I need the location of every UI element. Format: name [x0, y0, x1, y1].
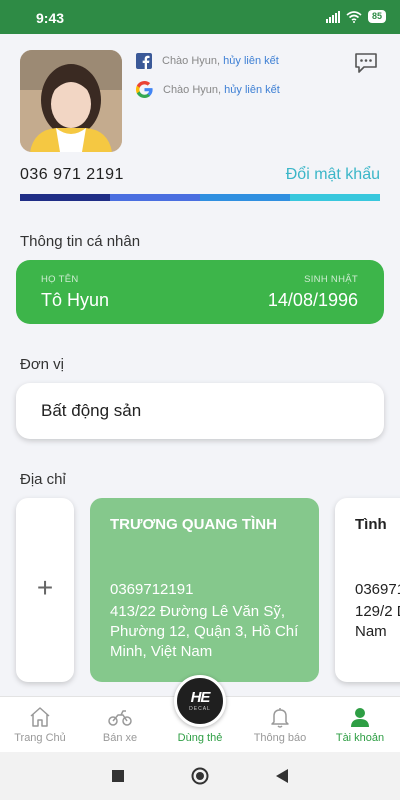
address-heading: Địa chỉ	[20, 471, 66, 488]
bottom-nav: Trang Chủ Bán xe HE DECAL Dùng thẻ Thông…	[0, 675, 400, 753]
nav-item-account[interactable]: Tài khoản	[320, 697, 400, 753]
personal-info-card[interactable]: HỌ TÊN Tô Hyun SINH NHẬT 14/08/1996	[16, 260, 384, 324]
account-screen: Chào Hyun, hủy liên kết Chào Hyun, hủy l…	[0, 34, 400, 696]
address-phone: 0369712191	[110, 581, 194, 598]
card-icon: HE DECAL	[174, 675, 226, 727]
nav-item-notifications[interactable]: Thông báo	[240, 697, 320, 753]
brand-logo: HE	[190, 689, 211, 706]
battery-icon: 85	[367, 10, 386, 23]
progress-segment-2	[110, 194, 200, 201]
name-label: HỌ TÊN	[41, 274, 79, 285]
address-text: 413/22 Đường Lê Văn Sỹ, Phường 12, Quận …	[110, 603, 299, 660]
nav-item-sell-bike[interactable]: Bán xe	[80, 697, 160, 753]
plus-icon: +	[36, 572, 54, 603]
google-unlink-link[interactable]: hủy liên kết	[224, 84, 280, 96]
progress-segment-1	[20, 194, 110, 201]
facebook-link-row: Chào Hyun, hủy liên kết	[136, 53, 279, 69]
address-recipient-name: Tình	[355, 516, 387, 533]
facebook-greeting: Chào Hyun,	[162, 55, 221, 67]
birthday-value: 14/08/1996	[267, 290, 358, 310]
signal-icon	[325, 10, 340, 23]
motorbike-icon	[108, 710, 132, 726]
home-button-icon[interactable]	[191, 767, 209, 785]
progress-segment-3	[200, 194, 290, 201]
name-value: Tô Hyun	[41, 290, 110, 310]
address-recipient-name: TRƯƠNG QUANG TÌNH	[110, 516, 277, 533]
wifi-icon	[346, 10, 362, 23]
status-icons: 85	[325, 10, 386, 23]
chat-icon[interactable]	[354, 52, 378, 74]
facebook-unlink-link[interactable]: hủy liên kết	[223, 55, 279, 67]
avatar-photo	[20, 50, 122, 152]
profile-progress-bar	[20, 194, 380, 201]
nav-label: Dùng thẻ	[177, 732, 223, 744]
status-bar: 9:43 85	[0, 0, 400, 34]
nav-item-use-card[interactable]: HE DECAL Dùng thẻ	[160, 675, 240, 753]
google-link-row: Chào Hyun, hủy liên kết	[136, 81, 280, 98]
nav-label: Tài khoản	[335, 732, 385, 744]
user-icon	[351, 708, 369, 727]
change-password-link[interactable]: Đổi mật khẩu	[286, 166, 380, 184]
bell-icon	[271, 708, 289, 728]
system-nav-bar	[0, 752, 400, 800]
nav-label: Trang Chủ	[14, 732, 66, 744]
unit-value: Bất động sản	[41, 401, 142, 420]
add-address-button[interactable]: +	[16, 498, 74, 682]
address-phone: 0369712191	[355, 581, 400, 598]
personal-info-heading: Thông tin cá nhân	[20, 233, 141, 250]
progress-segment-4	[290, 194, 380, 201]
facebook-icon	[136, 53, 152, 69]
phone-number: 036 971 2191	[20, 166, 124, 183]
nav-label: Bán xe	[102, 732, 138, 744]
avatar[interactable]	[20, 50, 122, 152]
back-icon[interactable]	[276, 769, 288, 783]
recents-icon[interactable]	[112, 770, 124, 782]
birthday-label: SINH NHẬT	[304, 274, 358, 285]
address-text: 129/2 Dài, Phú Thạnh, Nam	[355, 603, 400, 640]
unit-heading: Đơn vị	[20, 356, 65, 373]
address-card[interactable]: Tình 0369712191 129/2 Dài, Phú Thạnh, Na…	[335, 498, 400, 682]
google-icon	[136, 81, 153, 98]
home-icon	[30, 707, 50, 727]
google-greeting: Chào Hyun,	[163, 83, 222, 96]
nav-label: Thông báo	[253, 732, 307, 744]
unit-field[interactable]: Bất động sản	[16, 383, 384, 439]
status-time: 9:43	[36, 10, 65, 26]
nav-item-home[interactable]: Trang Chủ	[0, 697, 80, 753]
brand-logo-sub: DECAL	[189, 706, 211, 712]
address-card[interactable]: TRƯƠNG QUANG TÌNH 0369712191 413/22 Đườn…	[90, 498, 319, 682]
